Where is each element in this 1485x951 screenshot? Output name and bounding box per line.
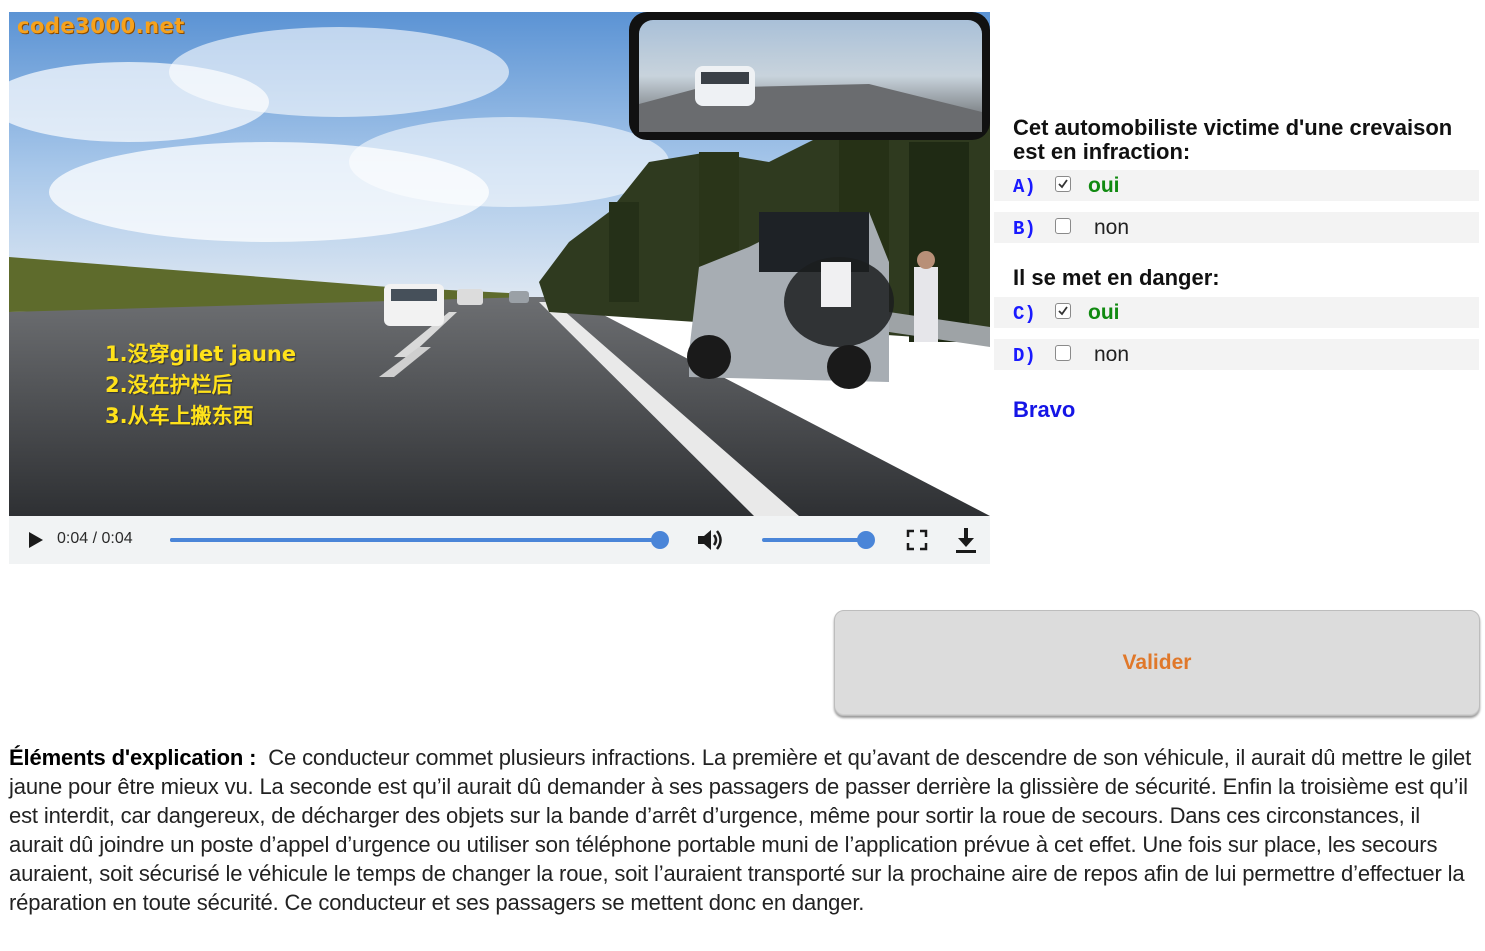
question-2-title: Il se met en danger: — [1013, 265, 1220, 290]
volume-slider[interactable] — [762, 531, 875, 549]
option-label: oui — [1088, 174, 1120, 197]
video-watermark: code3000.net — [17, 14, 185, 38]
option-label: non — [1094, 343, 1130, 366]
subtitle-line: 3.从车上搬东西 — [105, 404, 254, 428]
checkmark-icon — [1058, 306, 1068, 316]
volume-knob[interactable] — [857, 531, 875, 549]
subtitle-line: 2.没在护栏后 — [105, 373, 233, 397]
explanation-heading: Éléments d'explication : — [9, 745, 257, 770]
video-controls: 0:04 / 0:04 — [9, 516, 990, 564]
result-message: Bravo — [1013, 397, 1076, 422]
valider-button[interactable]: Valider — [834, 610, 1480, 716]
option-letter: C) — [1013, 303, 1036, 325]
play-icon[interactable] — [25, 530, 45, 550]
option-a-checkbox[interactable] — [1055, 176, 1071, 192]
option-label: non — [1094, 216, 1130, 239]
option-d-checkbox[interactable] — [1055, 345, 1071, 361]
option-b[interactable]: B) non — [994, 212, 1479, 243]
option-c[interactable]: C) oui — [994, 297, 1479, 328]
video-frame — [9, 12, 990, 516]
explanation: Éléments d'explication : Ce conducteur c… — [9, 743, 1479, 917]
subtitle-line: 1.没穿gilet jaune — [105, 342, 297, 366]
progress-knob[interactable] — [651, 531, 669, 549]
option-letter: B) — [1013, 218, 1036, 240]
option-letter: A) — [1013, 176, 1036, 198]
explanation-text: Ce conducteur commet plusieurs infractio… — [9, 745, 1472, 915]
time-display: 0:04 / 0:04 — [57, 530, 133, 547]
valider-label: Valider — [1122, 651, 1192, 674]
video-subtitles: 1.没穿gilet jaune 2.没在护栏后 3.从车上搬东西 — [105, 339, 296, 432]
option-letter: D) — [1013, 345, 1036, 367]
volume-icon[interactable] — [695, 526, 725, 554]
option-label: oui — [1088, 301, 1120, 324]
option-c-checkbox[interactable] — [1055, 303, 1071, 319]
option-d[interactable]: D) non — [994, 339, 1479, 370]
option-b-checkbox[interactable] — [1055, 218, 1071, 234]
progress-bar[interactable] — [170, 531, 669, 549]
question-1-title: Cet automobiliste victime d'une crevaiso… — [1013, 115, 1453, 164]
video-player[interactable]: code3000.net 1.没穿gilet jaune 2.没在护栏后 3.从… — [9, 12, 990, 516]
checkmark-icon — [1058, 179, 1068, 189]
progress-fill — [170, 538, 660, 542]
option-a[interactable]: A) oui — [994, 170, 1479, 201]
fullscreen-icon[interactable] — [905, 528, 929, 552]
download-icon[interactable] — [953, 526, 979, 554]
